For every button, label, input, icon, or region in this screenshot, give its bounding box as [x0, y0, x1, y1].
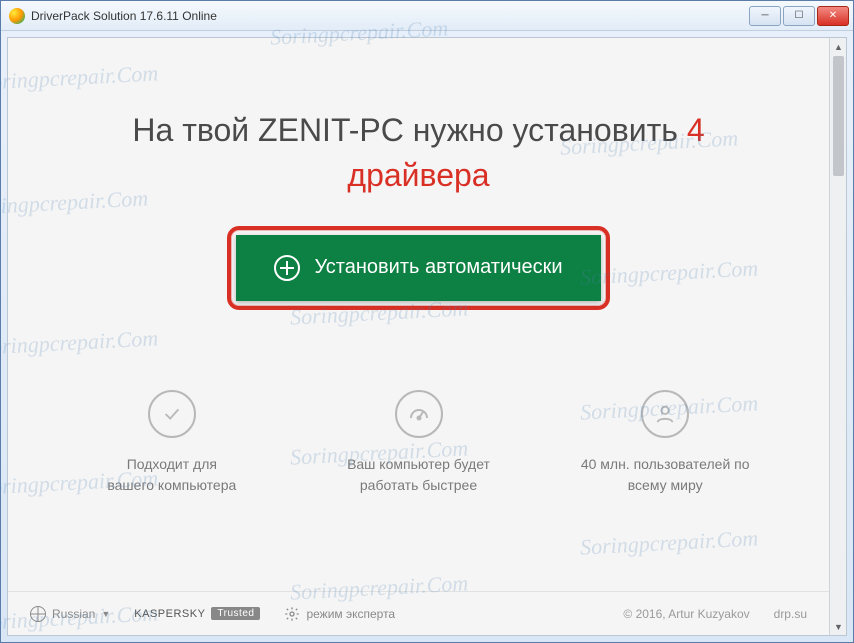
feature-text: Подходит для вашего компьютера [61, 454, 284, 496]
install-button-label: Установить автоматически [314, 256, 562, 279]
install-icon [274, 255, 300, 281]
window-controls: ─ ☐ ✕ [749, 6, 849, 26]
titlebar: DriverPack Solution 17.6.11 Online ─ ☐ ✕ [1, 1, 853, 31]
headline-prefix: На твой ZENIT-PC нужно установить [132, 112, 678, 148]
gear-icon [284, 606, 300, 622]
scrollbar-thumb[interactable] [833, 56, 844, 176]
feature-text: 40 млн. пользователей по всему миру [554, 454, 777, 496]
trusted-badge: Trusted [211, 607, 260, 620]
kaspersky-badge: KASPERSKY Trusted [134, 607, 260, 620]
feature-faster: Ваш компьютер будет работать быстрее [295, 390, 542, 496]
feature-compatible: Подходит для вашего компьютера [49, 390, 296, 496]
kaspersky-brand: KASPERSKY [134, 608, 205, 620]
highlight-ring: Установить автоматически [227, 226, 609, 310]
content-area: На твой ZENIT-PC нужно установить 4 драй… [7, 37, 847, 636]
install-auto-button[interactable]: Установить автоматически [236, 235, 600, 301]
feature-users: 40 млн. пользователей по всему миру [542, 390, 789, 496]
window-title: DriverPack Solution 17.6.11 Online [31, 9, 749, 23]
app-icon [9, 8, 25, 24]
chevron-down-icon: ▼ [101, 609, 110, 619]
copyright: © 2016, Artur Kuzyakov [623, 607, 749, 621]
expert-mode-label: режим эксперта [306, 607, 395, 621]
driver-count: 4 [687, 112, 705, 148]
site-link[interactable]: drp.su [774, 607, 807, 621]
window-frame: DriverPack Solution 17.6.11 Online ─ ☐ ✕… [0, 0, 854, 643]
minimize-button[interactable]: ─ [749, 6, 781, 26]
person-icon [641, 390, 689, 438]
scroll-down-icon[interactable]: ▼ [830, 618, 847, 635]
features-row: Подходит для вашего компьютера Ваш компь… [49, 390, 789, 496]
maximize-button[interactable]: ☐ [783, 6, 815, 26]
headline-drivers-word: драйвера [132, 153, 704, 198]
scrollbar[interactable]: ▲ ▼ [829, 38, 846, 635]
language-selector[interactable]: Russian ▼ [30, 606, 110, 622]
main-content: На твой ZENIT-PC нужно установить 4 драй… [8, 38, 829, 635]
feature-text: Ваш компьютер будет работать быстрее [307, 454, 530, 496]
scroll-up-icon[interactable]: ▲ [830, 38, 847, 55]
globe-icon [30, 606, 46, 622]
language-label: Russian [52, 607, 95, 621]
headline: На твой ZENIT-PC нужно установить 4 драй… [92, 108, 744, 198]
checkmark-icon [148, 390, 196, 438]
footer: Russian ▼ KASPERSKY Trusted режим экспер… [8, 591, 829, 635]
expert-mode-button[interactable]: режим эксперта [284, 606, 395, 622]
gauge-icon [395, 390, 443, 438]
close-button[interactable]: ✕ [817, 6, 849, 26]
